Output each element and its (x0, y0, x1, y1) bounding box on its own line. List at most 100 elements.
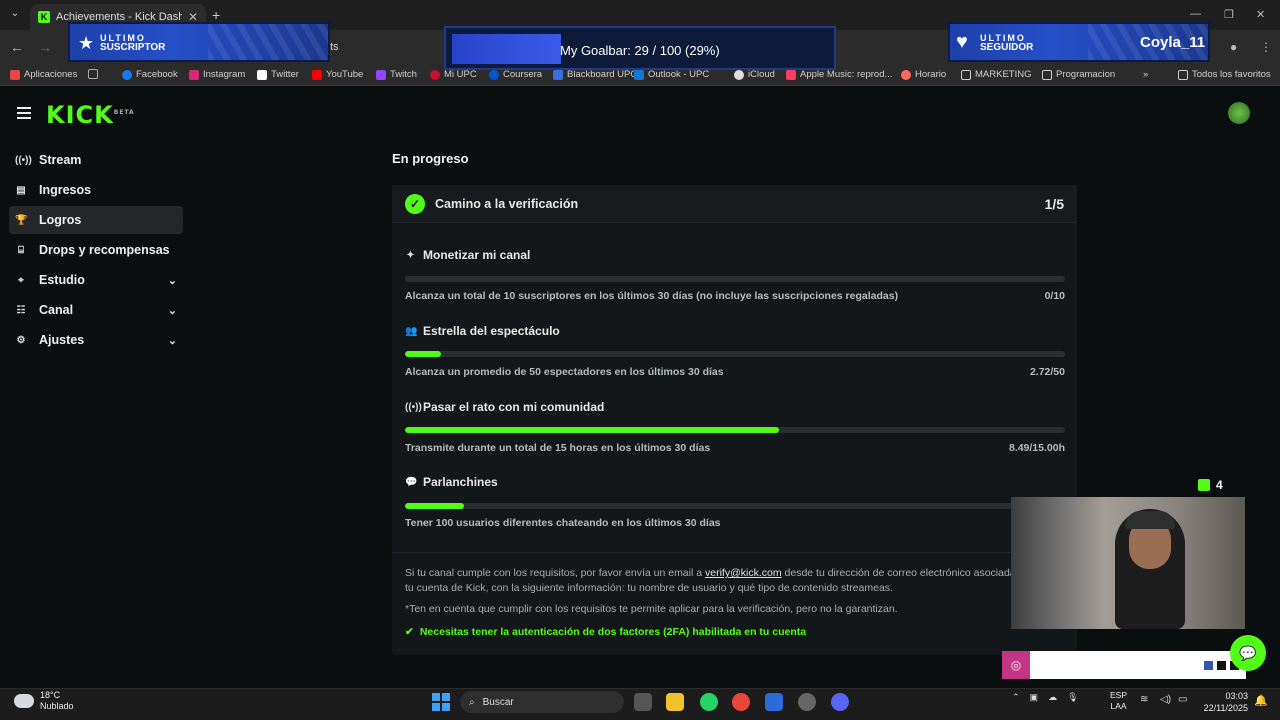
lang-bottom: LAA (1110, 701, 1127, 711)
gear-icon: ⚙ (16, 334, 26, 346)
new-tab-icon[interactable]: + (212, 7, 220, 23)
verification-info: Si tu canal cumple con los requisitos, p… (405, 566, 1025, 596)
chat-support-button[interactable]: 💬 (1230, 635, 1266, 671)
windows-start-icon[interactable] (432, 693, 450, 711)
goal-progress-fill (405, 427, 779, 433)
gift-icon: ⌸ (18, 244, 24, 256)
volume-icon[interactable]: ◁) (1160, 694, 1171, 705)
restore-icon[interactable]: ❐ (1224, 8, 1234, 21)
sidebar-item-ajustes[interactable]: ⚙ Ajustes ⌄ (9, 326, 183, 354)
square-icon (1204, 661, 1213, 670)
bookmark-facebook[interactable]: Facebook (122, 69, 178, 80)
verify-email-link[interactable]: verify@kick.com (705, 567, 782, 579)
bookmark-youtube[interactable]: YouTube (312, 69, 363, 80)
system-tray[interactable]: ⌃ ▣ ☁ 🎙 (1012, 692, 1079, 703)
logo-badge: BETA (113, 109, 135, 116)
sidebar-item-canal[interactable]: ☷ Canal ⌄ (9, 296, 183, 324)
bookmark-outlook[interactable]: Outlook - UPC (634, 69, 709, 80)
bookmark-marketing[interactable]: MARKETING (961, 69, 1031, 80)
sidebar-item-logros[interactable]: 🏆 Logros (9, 206, 183, 234)
app-icon[interactable] (765, 693, 783, 711)
folder-icon (961, 69, 971, 80)
back-icon[interactable]: ← (10, 39, 24, 55)
broadcast-icon: ((•)) (15, 154, 32, 166)
bookmark-coursera[interactable]: Coursera (489, 69, 542, 80)
bookmark-horario[interactable]: Horario (901, 69, 946, 80)
bookmark-blackboard[interactable]: Blackboard UPC (553, 69, 637, 80)
profile-icon[interactable]: ● (1230, 40, 1237, 54)
bookmark-twitch[interactable]: Twitch (376, 69, 417, 80)
cloud-tray-icon[interactable]: ☁ (1048, 692, 1057, 703)
sidebar-item-label: Drops y recompensas (39, 243, 170, 257)
forward-icon[interactable]: → (38, 39, 52, 55)
goal-title: 👥 Estrella del espectáculo (405, 324, 560, 338)
weather-desc: Nublado (40, 701, 74, 711)
square-icon (1217, 661, 1226, 670)
goal-description: Alcanza un promedio de 50 espectadores e… (405, 366, 724, 378)
sidebar-item-ingresos[interactable]: ▤ Ingresos (9, 176, 183, 204)
goal-progress-track (405, 276, 1065, 282)
tab-list-icon[interactable]: ⌄ (8, 8, 22, 22)
notifications-icon[interactable]: 🔔 (1254, 694, 1268, 707)
bookmark-apple-music[interactable]: Apple Music: reprod... (786, 69, 892, 80)
twofa-text: Necesitas tener la autenticación de dos … (419, 626, 807, 638)
streamer-cap (1125, 511, 1175, 529)
chrome-icon[interactable] (732, 693, 750, 711)
goal-bar-fill (452, 34, 561, 64)
twofa-requirement: ✔ Necesitas tener la autenticación de dos… (405, 626, 806, 638)
sidebar-item-drops[interactable]: ⌸ Drops y recompensas (9, 236, 183, 264)
app-icon[interactable] (634, 693, 652, 711)
taskbar-clock[interactable]: 03:03 22/11/2025 (1196, 690, 1248, 714)
bookmark-instagram[interactable]: Instagram (189, 69, 245, 80)
viewer-count: 4 (1216, 478, 1223, 492)
file-explorer-icon[interactable] (666, 693, 684, 711)
chevron-up-icon[interactable]: ⌃ (1012, 692, 1020, 703)
studio-icon: ⌖ (18, 274, 24, 286)
search-placeholder: Buscar (482, 696, 514, 708)
sidebar-item-estudio[interactable]: ⌖ Estudio ⌄ (9, 266, 183, 294)
minimize-icon[interactable]: — (1190, 8, 1201, 20)
clock-date: 22/11/2025 (1203, 703, 1248, 713)
bookmark-aplicaciones[interactable]: Aplicaciones (10, 69, 77, 80)
sidebar-item-label: Logros (39, 213, 82, 227)
bookmark-programacion[interactable]: Programacion (1042, 69, 1115, 80)
avatar[interactable] (1228, 102, 1250, 124)
microphone-icon[interactable]: 🎙 (1067, 692, 1078, 703)
hamburger-menu-icon[interactable] (17, 107, 31, 119)
obs-icon[interactable] (798, 693, 816, 711)
goal-progress-fill (405, 351, 441, 357)
logo-text: KICK (46, 101, 114, 129)
lang-top: ESP (1110, 690, 1128, 700)
sidebar-item-stream[interactable]: ((•)) Stream (9, 146, 183, 174)
instagram-icon (189, 69, 199, 80)
goal-value: 2.72/50 (1029, 366, 1065, 378)
bookmark-icloud[interactable]: iCloud (734, 69, 775, 80)
taskbar-search[interactable]: ⌕ Buscar (460, 691, 624, 713)
language-indicator[interactable]: ESP LAA (1110, 690, 1127, 712)
grid-icon[interactable] (88, 69, 98, 79)
grid-square-icon (88, 69, 98, 79)
menu-icon[interactable]: ⋮ (1260, 40, 1272, 54)
goal-name: Pasar el rato con mi comunidad (423, 400, 605, 414)
address-bar-text[interactable]: ts (330, 41, 339, 53)
close-window-icon[interactable]: ✕ (1256, 8, 1265, 21)
chevron-down-icon[interactable]: ⌄ (168, 334, 177, 347)
whatsapp-icon[interactable] (700, 693, 718, 711)
bookmark-twitter[interactable]: Twitter (257, 69, 299, 80)
kick-icon (1198, 479, 1210, 491)
chevron-down-icon[interactable]: ⌄ (168, 274, 177, 287)
instagram-icon: ◎ (1002, 651, 1030, 679)
weather-widget[interactable]: 18°C Nublado (14, 690, 74, 712)
goal-progress-fill (405, 503, 465, 509)
app-tray-icon[interactable]: ▣ (1030, 692, 1039, 703)
battery-icon[interactable]: ▭ (1178, 694, 1187, 705)
chevron-down-icon[interactable]: ⌄ (168, 304, 177, 317)
bookmark-mi-upc[interactable]: Mi UPC (430, 69, 477, 80)
discord-icon[interactable] (831, 693, 849, 711)
wifi-icon[interactable]: ≋ (1140, 694, 1148, 705)
more-bookmarks-icon[interactable]: » (1143, 69, 1148, 80)
bookmark-all-favorites[interactable]: Todos los favoritos (1178, 69, 1271, 80)
goal-bar-text: My Goalbar: 29 / 100 (29%) (560, 43, 720, 58)
kick-logo[interactable]: KICKBETA (46, 101, 135, 129)
follower-subtitle: SEGUIDOR (980, 42, 1034, 53)
